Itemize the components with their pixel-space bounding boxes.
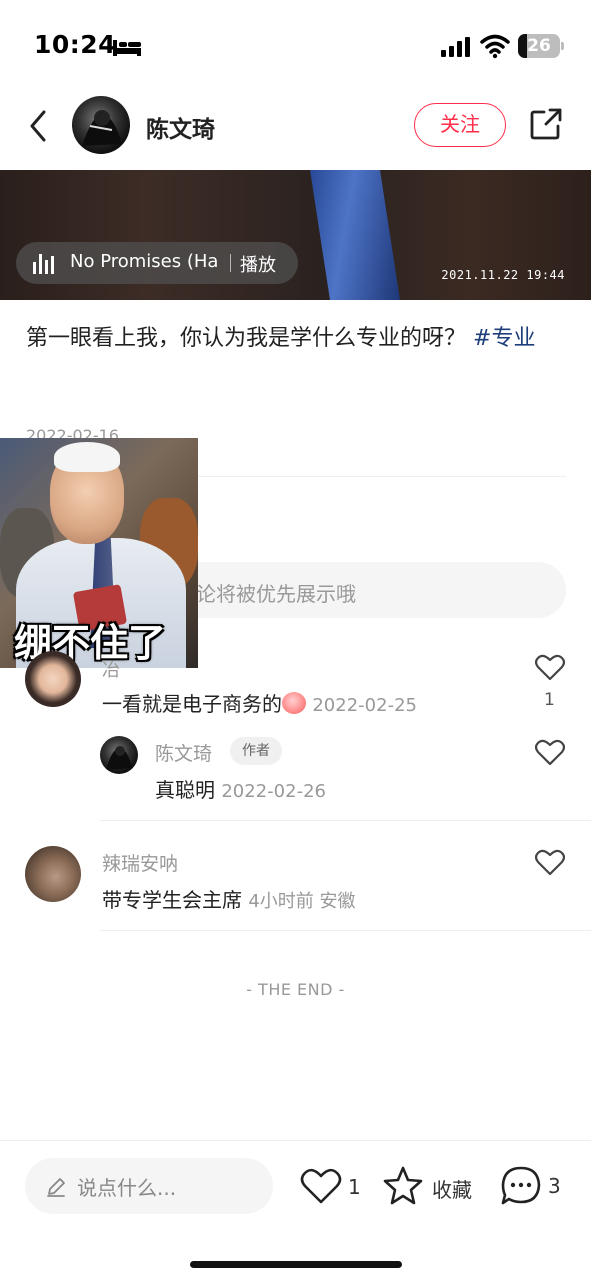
post-media-image[interactable]: No Promises (Ha 播放 2021.11.22 19:44 bbox=[0, 170, 591, 300]
author-name[interactable]: 陈文琦 bbox=[146, 110, 215, 144]
comment-text: 一看就是电子商务的 2022-02-25 bbox=[102, 688, 417, 717]
post-body: 第一眼看上我，你认为我是学什么专业的呀？ bbox=[26, 326, 467, 351]
audio-bars-icon bbox=[33, 254, 54, 274]
divider bbox=[100, 820, 591, 821]
collect-label: 收藏 bbox=[432, 1178, 472, 1202]
comment-like-count: 1 bbox=[544, 690, 555, 710]
pencil-icon bbox=[47, 1178, 65, 1197]
sticker-hair bbox=[54, 442, 120, 472]
commenter-name[interactable]: 辣瑞安呐 bbox=[102, 849, 178, 876]
bottom-comment-input[interactable]: 说点什么... bbox=[25, 1158, 273, 1214]
commenter-avatar[interactable] bbox=[25, 846, 81, 902]
commenter-avatar[interactable] bbox=[25, 651, 81, 707]
post-hashtag[interactable]: #专业 bbox=[473, 326, 535, 351]
heart-icon[interactable] bbox=[535, 738, 565, 766]
music-title: No Promises (Ha bbox=[70, 251, 219, 272]
comment-count: 3 bbox=[548, 1174, 561, 1198]
comment-input-placeholder[interactable]: 论将被优先展示哦 bbox=[196, 578, 356, 607]
meme-sticker: 绷不住了 bbox=[0, 438, 198, 668]
commenter-name[interactable]: 冶 bbox=[102, 656, 120, 682]
reply-avatar[interactable] bbox=[100, 736, 138, 774]
bed-icon bbox=[113, 40, 141, 56]
author-avatar[interactable] bbox=[72, 96, 130, 154]
reply-author-name[interactable]: 陈文琦 bbox=[155, 739, 212, 766]
bottom-input-placeholder: 说点什么... bbox=[77, 1176, 177, 1200]
home-indicator[interactable] bbox=[190, 1261, 402, 1268]
chat-bubble-icon bbox=[501, 1166, 541, 1205]
status-time: 10:24 bbox=[34, 30, 117, 59]
reply-date: 2022-02-26 bbox=[221, 781, 326, 802]
heart-icon[interactable] bbox=[535, 848, 565, 876]
avatar-art bbox=[82, 110, 122, 146]
comment-date: 2022-02-25 bbox=[312, 695, 417, 716]
reply-body: 真聪明 bbox=[155, 778, 215, 802]
peach-emoji-icon bbox=[282, 692, 306, 714]
divider bbox=[100, 930, 591, 931]
like-count: 1 bbox=[348, 1175, 361, 1199]
reply-text: 真聪明 2022-02-26 bbox=[155, 774, 326, 803]
status-bar: 10:24 26 bbox=[0, 0, 591, 90]
media-timestamp: 2021.11.22 19:44 bbox=[441, 268, 565, 282]
wifi-icon bbox=[480, 34, 510, 59]
comment-date: 4小时前 安徽 bbox=[248, 891, 356, 912]
back-icon[interactable] bbox=[24, 106, 54, 146]
author-badge: 作者 bbox=[230, 737, 282, 765]
share-icon[interactable] bbox=[528, 106, 564, 142]
music-play-button[interactable]: 播放 bbox=[240, 251, 276, 277]
battery-tip bbox=[561, 42, 564, 50]
comment-body: 带专学生会主席 bbox=[102, 888, 242, 912]
music-pill[interactable]: No Promises (Ha 播放 bbox=[16, 242, 298, 284]
follow-button[interactable]: 关注 bbox=[414, 103, 506, 147]
end-marker: - THE END - bbox=[246, 980, 345, 999]
nav-bar: 陈文琦 关注 bbox=[0, 90, 591, 170]
post-text: 第一眼看上我，你认为我是学什么专业的呀？ #专业 bbox=[26, 318, 566, 360]
comment-body: 一看就是电子商务的 bbox=[102, 692, 282, 716]
heart-icon bbox=[300, 1168, 342, 1204]
music-separator bbox=[230, 254, 231, 272]
media-tie-shape bbox=[310, 170, 400, 300]
bottom-bar: 说点什么... 1 收藏 3 bbox=[0, 1140, 591, 1280]
heart-icon[interactable] bbox=[535, 653, 565, 681]
signal-icon bbox=[441, 37, 470, 57]
reply-avatar-art bbox=[106, 746, 132, 770]
battery-text: 26 bbox=[527, 36, 551, 56]
battery-icon: 26 bbox=[518, 34, 560, 58]
star-icon bbox=[383, 1166, 423, 1205]
comment-text: 带专学生会主席 4小时前 安徽 bbox=[102, 884, 356, 913]
